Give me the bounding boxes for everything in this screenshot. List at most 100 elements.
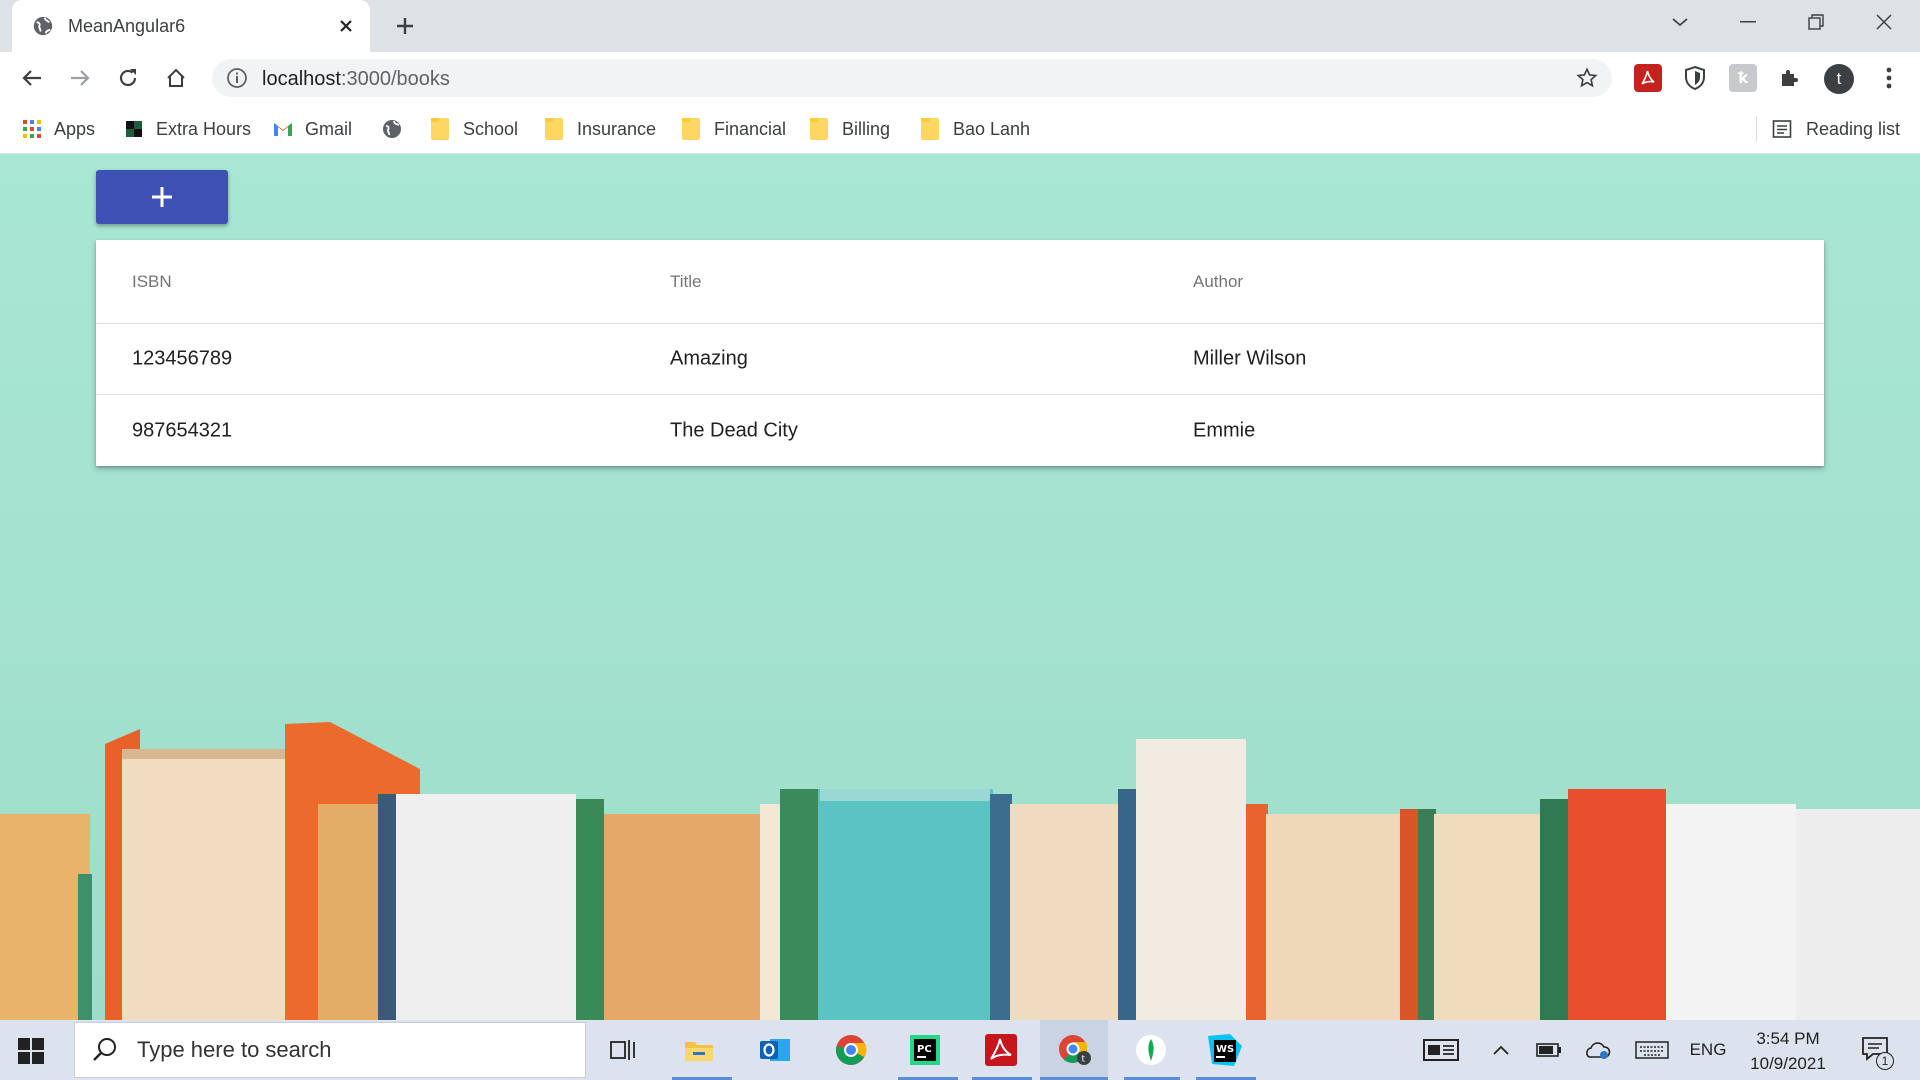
reading-list-button[interactable]: Reading list <box>1772 116 1900 142</box>
forward-arrow-icon[interactable] <box>67 65 93 91</box>
search-placeholder: Type here to search <box>137 1037 332 1062</box>
acrobat-icon[interactable] <box>982 1032 1020 1068</box>
svg-text:t: t <box>1082 1055 1086 1065</box>
outlook-icon[interactable] <box>756 1032 794 1068</box>
battery-icon[interactable] <box>1534 1020 1564 1080</box>
bookmark-folder-financial[interactable]: Financial <box>682 116 786 142</box>
bookmark-label: Extra Hours <box>156 118 252 139</box>
bookmark-label: School <box>463 118 519 139</box>
keyboard-icon[interactable] <box>1632 1020 1672 1080</box>
onedrive-network-icon[interactable] <box>1580 1020 1614 1080</box>
bookmarks-bar: Apps Extra Hours Gmail School Insurance … <box>0 104 1920 154</box>
table-header-row: ISBN Title Author <box>96 240 1824 324</box>
cell-author: Miller Wilson <box>1193 347 1307 370</box>
cell-author: Emmie <box>1193 419 1256 441</box>
folder-icon <box>431 118 449 140</box>
bookmark-folder-bao-lanh[interactable]: Bao Lanh <box>921 116 1030 142</box>
folder-icon <box>921 118 939 140</box>
mongodb-icon[interactable] <box>1132 1032 1170 1068</box>
cell-title: The Dead City <box>670 419 798 441</box>
restore-button[interactable] <box>1782 0 1850 44</box>
clock-date: 10/9/2021 <box>1750 1054 1826 1073</box>
back-arrow-icon[interactable] <box>19 65 45 91</box>
minimize-button[interactable] <box>1714 0 1782 44</box>
pycharm-icon[interactable]: PC <box>906 1032 944 1068</box>
notification-count-badge: 1 <box>1876 1052 1894 1070</box>
bookmark-gmail[interactable]: Gmail <box>273 116 352 142</box>
show-hidden-icons-chevron[interactable] <box>1486 1020 1516 1080</box>
bookmark-apps[interactable]: Apps <box>22 116 95 142</box>
file-explorer-icon[interactable] <box>680 1032 718 1068</box>
browser-toolbar: localhost:3000/books ꝁ t <box>0 52 1920 104</box>
browser-tab-strip: MeanAngular6 <box>0 0 1920 52</box>
input-language[interactable]: ENG <box>1686 1020 1730 1080</box>
webstorm-icon[interactable]: WS <box>1206 1032 1244 1068</box>
cell-title: Amazing <box>670 347 748 370</box>
folder-icon <box>545 118 563 140</box>
apps-grid-icon <box>23 120 41 138</box>
chrome-profile-icon[interactable]: t <box>1056 1032 1094 1068</box>
column-header-author[interactable]: Author <box>1193 272 1243 292</box>
bookmark-extra-hours[interactable]: Extra Hours <box>124 116 251 142</box>
reload-icon[interactable] <box>115 65 141 91</box>
action-center-button[interactable]: 1 <box>1854 1020 1900 1080</box>
bookmark-label: Bao Lanh <box>953 118 1031 139</box>
profile-avatar[interactable]: t <box>1824 64 1854 94</box>
gmail-icon <box>274 123 292 136</box>
taskbar-search-box[interactable]: Type here to search <box>74 1022 586 1078</box>
shield-extension-icon[interactable] <box>1681 64 1709 92</box>
books-table: ISBN Title Author 123456789 Amazing Mill… <box>96 240 1824 466</box>
acrobat-extension-icon[interactable] <box>1634 64 1662 92</box>
table-row[interactable]: 123456789 Amazing Miller Wilson <box>96 324 1824 395</box>
chrome-icon[interactable] <box>832 1032 870 1068</box>
column-header-title[interactable]: Title <box>670 272 702 292</box>
gray-extension-icon[interactable]: ꝁ <box>1729 64 1757 92</box>
clock-time: 3:54 PM <box>1756 1029 1820 1048</box>
address-bar[interactable]: localhost:3000/books <box>212 59 1612 97</box>
bookmarks-divider <box>1756 116 1757 142</box>
tab-search-chevron-icon[interactable] <box>1646 0 1714 44</box>
globe-icon <box>33 16 53 36</box>
bookmark-label: Apps <box>54 118 96 139</box>
reading-list-icon <box>1772 120 1792 138</box>
site-info-icon[interactable] <box>226 67 248 89</box>
globe-icon <box>383 120 401 138</box>
browser-tab-active[interactable]: MeanAngular6 <box>12 0 370 52</box>
reading-list-label: Reading list <box>1806 118 1901 139</box>
search-icon <box>93 1038 116 1061</box>
system-clock[interactable]: 3:54 PM 10/9/2021 <box>1740 1026 1836 1076</box>
column-header-isbn[interactable]: ISBN <box>132 272 172 292</box>
close-window-button[interactable] <box>1850 0 1918 44</box>
new-tab-button[interactable] <box>390 11 420 41</box>
more-menu-icon[interactable] <box>1876 65 1902 91</box>
news-widget-icon[interactable] <box>1418 1020 1464 1080</box>
cell-isbn: 123456789 <box>132 347 233 370</box>
tab-title: MeanAngular6 <box>68 15 186 36</box>
folder-icon <box>810 118 828 140</box>
bookmark-folder-insurance[interactable]: Insurance <box>545 116 656 142</box>
bookmark-label: Gmail <box>305 118 353 139</box>
bookmark-folder-school[interactable]: School <box>431 116 518 142</box>
bookmark-folder-billing[interactable]: Billing <box>810 116 890 142</box>
cell-isbn: 987654321 <box>132 419 233 441</box>
home-icon[interactable] <box>163 65 189 91</box>
extensions-puzzle-icon[interactable] <box>1776 64 1804 92</box>
bookmark-globe[interactable] <box>382 116 414 142</box>
add-book-button[interactable] <box>96 170 228 224</box>
task-view-icon[interactable] <box>604 1032 642 1068</box>
bookmark-label: Billing <box>842 118 891 139</box>
page-viewport: ISBN Title Author 123456789 Amazing Mill… <box>0 154 1920 1020</box>
url-text: localhost:3000/books <box>262 68 450 90</box>
bookmark-star-icon[interactable] <box>1576 67 1598 89</box>
bookmark-label: Insurance <box>577 118 657 139</box>
bookshelf-background-image <box>0 722 1920 1020</box>
close-tab-icon[interactable] <box>332 12 360 40</box>
table-row[interactable]: 987654321 The Dead City Emmie <box>96 395 1824 466</box>
windows-start-icon[interactable] <box>18 1038 44 1064</box>
folder-icon <box>682 118 700 140</box>
svg-text:PC: PC <box>917 1044 932 1055</box>
extra-hours-icon <box>126 121 142 137</box>
bookmark-label: Financial <box>714 118 787 139</box>
windows-taskbar: Type here to search PC t WS ENG 3:54 PM … <box>0 1020 1920 1080</box>
svg-text:WS: WS <box>1216 1044 1234 1055</box>
